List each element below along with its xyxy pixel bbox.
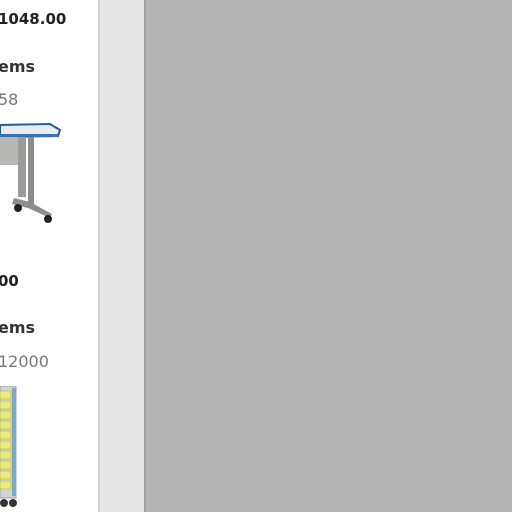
product-items-label: ems [0, 318, 36, 337]
product-price: 1048.00 [0, 10, 67, 28]
scrollbar-track[interactable] [100, 0, 144, 512]
tray-storage-cart-image[interactable] [0, 386, 18, 510]
content-pane [146, 0, 512, 512]
product-items-label: ems [0, 57, 36, 76]
product-list-panel: 1048.00 ems 58 00 ems 12000 [0, 0, 98, 512]
product-code: 12000 [0, 352, 49, 371]
desk-image[interactable] [0, 120, 70, 230]
product-code: 58 [0, 90, 19, 109]
product-price: 00 [0, 272, 19, 290]
